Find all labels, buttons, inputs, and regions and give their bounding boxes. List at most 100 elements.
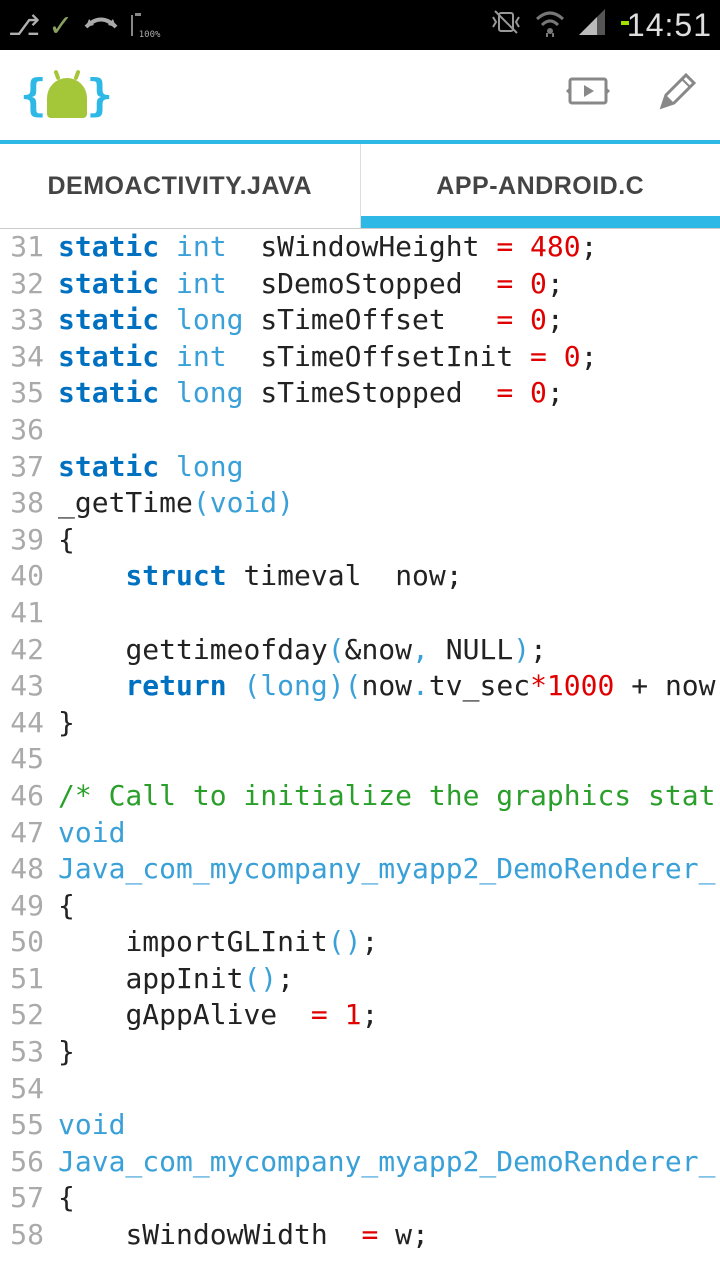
- code-line[interactable]: 41: [0, 595, 720, 632]
- code-content[interactable]: {: [58, 1180, 720, 1217]
- code-content[interactable]: }: [58, 705, 720, 742]
- code-content[interactable]: [58, 595, 720, 632]
- code-content[interactable]: static int sWindowHeight = 480;: [58, 229, 720, 266]
- vibrate-icon: [489, 7, 523, 44]
- code-line[interactable]: 33static long sTimeOffset = 0;: [0, 302, 720, 339]
- code-line[interactable]: 39{: [0, 522, 720, 559]
- code-line[interactable]: 58 sWindowWidth = w;: [0, 1217, 720, 1254]
- line-number: 49: [0, 888, 58, 925]
- code-content[interactable]: void: [58, 1107, 720, 1144]
- status-left: ⎇ ✓ 100%: [8, 5, 164, 45]
- code-line[interactable]: 45: [0, 741, 720, 778]
- code-content[interactable]: [58, 741, 720, 778]
- line-number: 58: [0, 1217, 58, 1254]
- usb-icon: ⎇: [8, 9, 40, 42]
- code-content[interactable]: {: [58, 522, 720, 559]
- code-content[interactable]: gettimeofday(&now, NULL);: [58, 632, 720, 669]
- code-line[interactable]: 57{: [0, 1180, 720, 1217]
- code-line[interactable]: 42 gettimeofday(&now, NULL);: [0, 632, 720, 669]
- code-line[interactable]: 35static long sTimeStopped = 0;: [0, 375, 720, 412]
- code-content[interactable]: [58, 1071, 720, 1108]
- app-logo[interactable]: {}: [20, 70, 113, 121]
- line-number: 50: [0, 924, 58, 961]
- status-right: 14:51: [489, 7, 712, 44]
- line-number: 52: [0, 997, 58, 1034]
- code-line[interactable]: 46/* Call to initialize the graphics sta…: [0, 778, 720, 815]
- code-content[interactable]: _getTime(void): [58, 485, 720, 522]
- tab-bar: DEMOACTIVITY.JAVA APP-ANDROID.C: [0, 144, 720, 228]
- code-content[interactable]: /* Call to initialize the graphics stat: [58, 778, 720, 815]
- code-content[interactable]: static int sDemoStopped = 0;: [58, 266, 720, 303]
- code-line[interactable]: 52 gAppAlive = 1;: [0, 997, 720, 1034]
- code-content[interactable]: static long sTimeOffset = 0;: [58, 302, 720, 339]
- code-editor[interactable]: 31static int sWindowHeight = 480;32stati…: [0, 229, 720, 1254]
- line-number: 44: [0, 705, 58, 742]
- code-line[interactable]: 43 return (long)(now.tv_sec*1000 + now: [0, 668, 720, 705]
- code-content[interactable]: Java_com_mycompany_myapp2_DemoRenderer_: [58, 851, 720, 888]
- check-icon: ✓: [50, 5, 70, 45]
- line-number: 48: [0, 851, 58, 888]
- line-number: 35: [0, 375, 58, 412]
- code-line[interactable]: 38_getTime(void): [0, 485, 720, 522]
- line-number: 56: [0, 1144, 58, 1181]
- line-number: 45: [0, 741, 58, 778]
- line-number: 33: [0, 302, 58, 339]
- run-icon[interactable]: [564, 69, 612, 121]
- code-content[interactable]: appInit();: [58, 961, 720, 998]
- code-line[interactable]: 53}: [0, 1034, 720, 1071]
- line-number: 41: [0, 595, 58, 632]
- line-number: 38: [0, 485, 58, 522]
- line-number: 55: [0, 1107, 58, 1144]
- line-number: 36: [0, 412, 58, 449]
- code-line[interactable]: 32static int sDemoStopped = 0;: [0, 266, 720, 303]
- line-number: 31: [0, 229, 58, 266]
- code-content[interactable]: [58, 412, 720, 449]
- battery-small-icon: [131, 16, 133, 35]
- code-content[interactable]: static long sTimeStopped = 0;: [58, 375, 720, 412]
- code-line[interactable]: 44}: [0, 705, 720, 742]
- code-line[interactable]: 40 struct timeval now;: [0, 558, 720, 595]
- code-content[interactable]: sWindowWidth = w;: [58, 1217, 720, 1254]
- line-number: 47: [0, 815, 58, 852]
- line-number: 39: [0, 522, 58, 559]
- code-content[interactable]: static long: [58, 449, 720, 486]
- wifi-icon: [533, 7, 567, 44]
- code-content[interactable]: Java_com_mycompany_myapp2_DemoRenderer_: [58, 1144, 720, 1181]
- code-line[interactable]: 34static int sTimeOffsetInit = 0;: [0, 339, 720, 376]
- line-number: 54: [0, 1071, 58, 1108]
- code-content[interactable]: {: [58, 888, 720, 925]
- app-actions: [564, 69, 700, 121]
- code-line[interactable]: 54: [0, 1071, 720, 1108]
- code-content[interactable]: importGLInit();: [58, 924, 720, 961]
- code-line[interactable]: 50 importGLInit();: [0, 924, 720, 961]
- code-line[interactable]: 55void: [0, 1107, 720, 1144]
- pencil-icon[interactable]: [652, 69, 700, 121]
- code-line[interactable]: 47void: [0, 815, 720, 852]
- code-line[interactable]: 56Java_com_mycompany_myapp2_DemoRenderer…: [0, 1144, 720, 1181]
- tab-demoactivity[interactable]: DEMOACTIVITY.JAVA: [0, 144, 361, 228]
- line-number: 57: [0, 1180, 58, 1217]
- tab-label: APP-ANDROID.C: [436, 172, 644, 201]
- code-line[interactable]: 31static int sWindowHeight = 480;: [0, 229, 720, 266]
- status-clock: 14:51: [627, 7, 712, 44]
- code-line[interactable]: 36: [0, 412, 720, 449]
- android-status-bar: ⎇ ✓ 100% 14:51: [0, 0, 720, 50]
- line-number: 51: [0, 961, 58, 998]
- tab-label: DEMOACTIVITY.JAVA: [47, 172, 312, 201]
- code-line[interactable]: 48Java_com_mycompany_myapp2_DemoRenderer…: [0, 851, 720, 888]
- line-number: 34: [0, 339, 58, 376]
- tab-app-android[interactable]: APP-ANDROID.C: [361, 144, 720, 228]
- sync-icon: [81, 7, 121, 44]
- code-content[interactable]: gAppAlive = 1;: [58, 997, 720, 1034]
- code-content[interactable]: void: [58, 815, 720, 852]
- code-content[interactable]: }: [58, 1034, 720, 1071]
- app-bar: {}: [0, 50, 720, 144]
- signal-icon: [577, 7, 607, 44]
- code-content[interactable]: return (long)(now.tv_sec*1000 + now: [58, 668, 720, 705]
- code-content[interactable]: static int sTimeOffsetInit = 0;: [58, 339, 720, 376]
- code-content[interactable]: struct timeval now;: [58, 558, 720, 595]
- code-line[interactable]: 51 appInit();: [0, 961, 720, 998]
- code-line[interactable]: 37static long: [0, 449, 720, 486]
- line-number: 43: [0, 668, 58, 705]
- code-line[interactable]: 49{: [0, 888, 720, 925]
